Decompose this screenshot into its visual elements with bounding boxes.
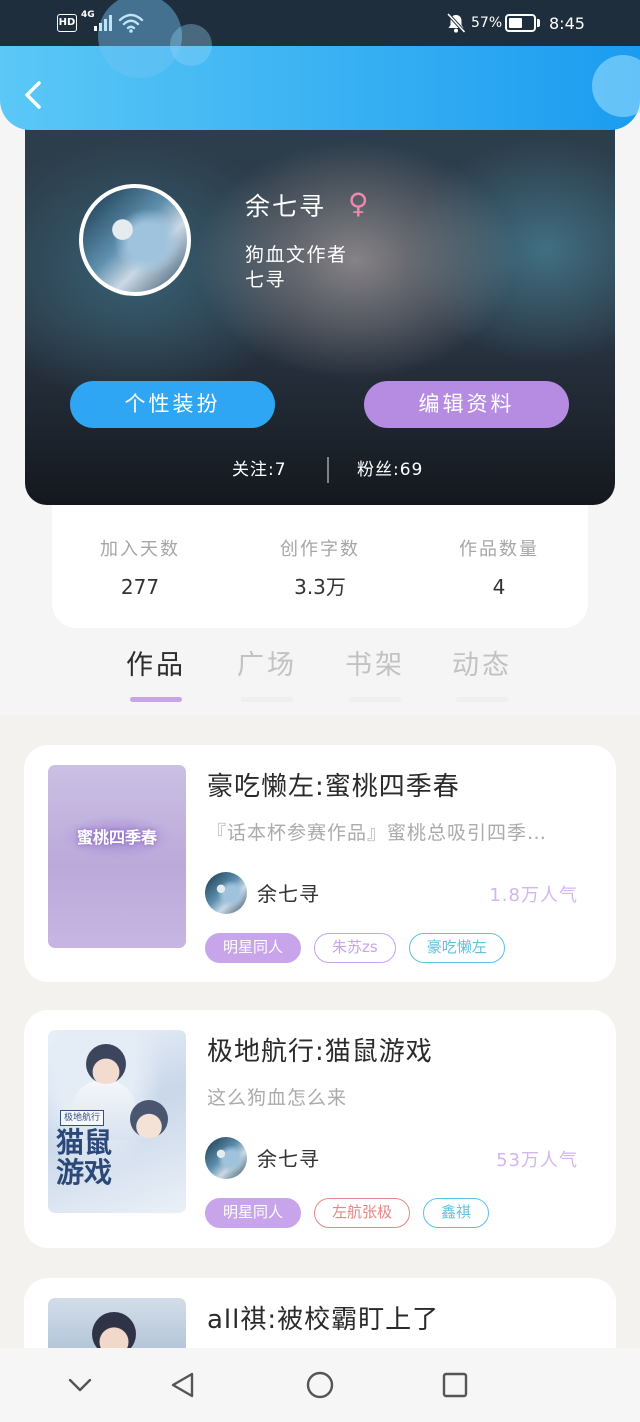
following-count[interactable]: 关注:7 [232, 458, 287, 482]
tag[interactable]: 明星同人 [205, 1198, 302, 1228]
author-name[interactable]: 余七寻 [257, 882, 320, 906]
popularity-count: 53万人气 [496, 1150, 578, 1171]
chevron-left-icon[interactable] [23, 80, 43, 110]
work-title[interactable]: 豪吃懒左:蜜桃四季春 [207, 771, 460, 803]
bio-line: 七寻 [245, 269, 287, 291]
tag-list: 明星同人 左航张极 鑫祺 [205, 1198, 490, 1228]
stat-value: 277 [120, 575, 160, 599]
tab-works[interactable]: 作品 [116, 640, 196, 715]
battery-percent: 57% [471, 15, 503, 31]
status-bar: HD 4G 57% 8:45 [0, 0, 640, 46]
signal-bar [99, 23, 102, 31]
female-icon: ♀ [348, 187, 369, 220]
profile-card: 余七寻 ♀ 狗血文作者 七寻 个性装扮 编辑资料 关注:7 粉丝:69 [25, 100, 615, 505]
tag[interactable]: 朱苏zs [314, 933, 396, 963]
work-card[interactable]: 极地航行 猫鼠游戏 极地航行:猫鼠游戏 这么狗血怎么来 余七寻 53万人气 明星… [24, 1010, 616, 1248]
profile-avatar[interactable] [79, 184, 191, 296]
work-card[interactable]: 蜜桃四季春 豪吃懒左:蜜桃四季春 『话本杯参赛作品』蜜桃总吸引四季… 余七寻 1… [24, 745, 616, 982]
signal-bar [104, 19, 107, 31]
edit-profile-button[interactable]: 编辑资料 [364, 381, 569, 428]
tab-underline [349, 697, 401, 702]
home-circle-icon[interactable] [305, 1370, 335, 1400]
signal-bar [94, 26, 97, 31]
tag-list: 明星同人 朱苏zs 豪吃懒左 [205, 933, 505, 963]
stat-value: 4 [492, 575, 506, 599]
tab-label: 广场 [237, 650, 297, 681]
tag[interactable]: 豪吃懒左 [408, 933, 505, 963]
bio-line: 狗血文作者 [245, 244, 348, 266]
cover-badge: 极地航行 [60, 1110, 105, 1126]
tab-underline [241, 697, 293, 702]
back-triangle-icon[interactable] [168, 1370, 198, 1400]
stat-label: 创作字数 [280, 539, 360, 560]
network-type: 4G [81, 10, 95, 20]
tag[interactable]: 明星同人 [205, 933, 302, 963]
signal-icon [94, 14, 112, 31]
header-bar [0, 46, 640, 130]
work-title[interactable]: 极地航行:猫鼠游戏 [207, 1036, 433, 1068]
work-title[interactable]: all祺:被校霸盯上了 [207, 1304, 439, 1336]
signal-bar [109, 15, 112, 31]
stat-label: 作品数量 [459, 539, 539, 560]
stat-value: 3.3万 [294, 575, 346, 599]
work-description: 这么狗血怎么来 [207, 1087, 348, 1109]
app-screen: HD 4G 57% 8:45 余七寻 ♀ 狗血文作者 七寻 个性装扮 编辑资料 … [0, 0, 640, 1422]
tab-square[interactable]: 广场 [227, 640, 307, 715]
tab-activity[interactable]: 动态 [442, 640, 522, 715]
stat-label: 加入天数 [100, 539, 180, 560]
cover-figure [86, 1044, 126, 1084]
tab-label: 动态 [452, 650, 512, 681]
hd-indicator: HD [57, 14, 77, 32]
followers-count[interactable]: 粉丝:69 [357, 458, 423, 482]
tab-underline [130, 697, 182, 702]
system-nav-bar [0, 1348, 640, 1422]
mute-bell-icon [446, 12, 466, 34]
cover-figure [130, 1100, 168, 1138]
wifi-icon [118, 13, 144, 33]
tab-label: 作品 [126, 650, 186, 681]
author-avatar[interactable] [205, 872, 247, 914]
divider [327, 457, 329, 483]
work-cover[interactable]: 极地航行 猫鼠游戏 [48, 1030, 186, 1213]
tab-bookshelf[interactable]: 书架 [335, 640, 415, 715]
tab-bar: 作品 广场 书架 动态 [0, 640, 640, 715]
author-avatar[interactable] [205, 1137, 247, 1179]
tab-underline [456, 697, 508, 702]
battery-nub [537, 19, 540, 27]
cover-title: 蜜桃四季春 [76, 828, 157, 847]
stats-card: 加入天数 277 创作字数 3.3万 作品数量 4 [52, 490, 588, 628]
work-cover[interactable]: 蜜桃四季春 [48, 765, 186, 948]
battery-icon [505, 14, 536, 32]
work-description: 『话本杯参赛作品』蜜桃总吸引四季… [207, 822, 548, 844]
chevron-down-icon[interactable] [65, 1370, 95, 1400]
popularity-count: 1.8万人气 [489, 885, 578, 906]
tab-label: 书架 [345, 650, 405, 681]
recents-square-icon[interactable] [440, 1370, 470, 1400]
cover-title: 猫鼠游戏 [56, 1126, 113, 1189]
profile-name: 余七寻 [245, 192, 327, 221]
tag[interactable]: 左航张极 [314, 1198, 411, 1228]
tag[interactable]: 鑫祺 [423, 1198, 490, 1228]
battery-fill [509, 18, 523, 28]
decorate-button[interactable]: 个性装扮 [70, 381, 275, 428]
clock: 8:45 [549, 14, 585, 33]
author-name[interactable]: 余七寻 [257, 1147, 320, 1171]
